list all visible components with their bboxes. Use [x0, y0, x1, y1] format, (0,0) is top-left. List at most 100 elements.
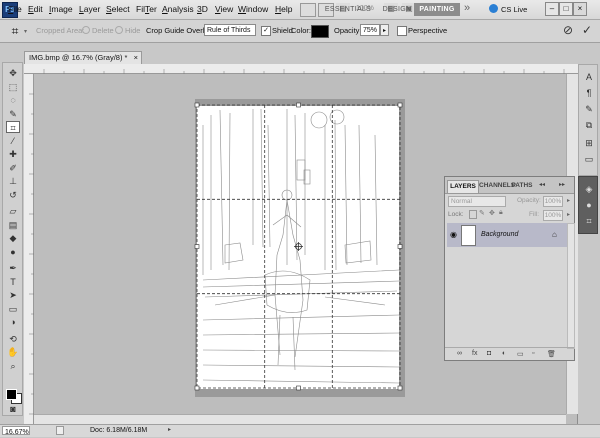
eyedropper-tool-icon[interactable]: ⁄ [6, 135, 20, 147]
opacity-slider-button[interactable]: ▸ [380, 24, 389, 36]
clone-source-icon[interactable]: ⧉ [583, 119, 595, 131]
tab-layers[interactable]: LAYERS [447, 180, 479, 193]
commit-crop-button[interactable]: ✓ [582, 23, 592, 37]
horizontal-scrollbar[interactable] [34, 414, 566, 424]
3d-camera-tool-icon[interactable]: ⟲ [6, 333, 20, 345]
tool-presets-icon[interactable]: ⊞ [583, 137, 595, 149]
workspace-painting[interactable]: PAINTING [414, 3, 460, 16]
document-tab[interactable]: IMG.bmp @ 16.7% (Gray/8) * × [24, 51, 142, 64]
blend-mode-select[interactable]: Normal [448, 196, 506, 207]
gradient-tool-icon[interactable]: ▤ [6, 219, 20, 231]
lock-transparent-icon[interactable] [469, 210, 477, 219]
crop-guide-overlay-select[interactable]: Rule of Thirds [204, 24, 256, 36]
workspace-essentials[interactable]: ESSENTIALS [318, 3, 378, 16]
opacity-arrow-icon[interactable]: ▸ [567, 197, 570, 204]
menu-file[interactable]: File [8, 4, 22, 14]
fill-value: 100% [544, 212, 562, 219]
quick-select-tool-icon[interactable]: ✎ [6, 108, 20, 120]
lock-all-icon[interactable]: 🔒︎ [499, 209, 503, 217]
lock-image-icon[interactable]: ✎ [479, 209, 485, 217]
perspective-checkbox[interactable] [397, 26, 407, 36]
panel-collapse-icon[interactable]: ◂◂ [539, 181, 545, 188]
cancel-crop-button[interactable]: ⊘ [563, 23, 573, 37]
shape-tool-icon[interactable]: ▭ [6, 303, 20, 315]
menu-filter[interactable]: FilTer [136, 4, 157, 14]
layer-opacity-input[interactable]: 100% [543, 196, 563, 207]
clone-stamp-tool-icon[interactable]: ⊥ [6, 175, 20, 187]
menu-view[interactable]: View [215, 4, 233, 14]
vertical-ruler[interactable] [24, 74, 34, 426]
status-icon[interactable] [56, 426, 64, 435]
paragraph-icon[interactable]: ¶ [583, 87, 595, 99]
maximize-button[interactable]: □ [559, 2, 573, 16]
brushes-icon[interactable]: ✎ [583, 103, 595, 115]
panel-menu-icon[interactable]: ▸▸ [559, 181, 565, 188]
brush-tool-icon[interactable]: ✐ [6, 162, 20, 174]
group-icon[interactable]: ▭ [517, 350, 524, 358]
menu-image[interactable]: Image [49, 4, 73, 14]
adjustment-icon[interactable]: ◐ [502, 350, 506, 357]
foreground-color-swatch[interactable] [6, 389, 17, 400]
mask-icon[interactable]: ◘ [487, 350, 491, 357]
path-select-tool-icon[interactable]: ➤ [6, 289, 20, 301]
status-zoom-field[interactable]: 16.67% [2, 426, 30, 436]
menu-window[interactable]: Window [238, 4, 268, 14]
lasso-tool-icon[interactable]: ◌ [6, 94, 20, 106]
menu-help[interactable]: Help [275, 4, 292, 14]
paths-icon[interactable]: ⌗ [583, 215, 595, 227]
menu-analysis[interactable]: Analysis [162, 4, 194, 14]
hide-radio[interactable] [115, 26, 123, 34]
menu-select[interactable]: Select [106, 4, 130, 14]
workspace-design[interactable]: DESIGN [380, 3, 414, 16]
minimize-button[interactable]: – [545, 2, 559, 16]
crop-tool-preset-icon[interactable]: ⌗ [8, 24, 22, 38]
lock-position-icon[interactable]: ✥ [489, 209, 495, 217]
blur-tool-icon[interactable]: ◆ [6, 232, 20, 244]
character-icon[interactable]: A [583, 71, 595, 83]
link-layers-icon[interactable]: ∞ [457, 350, 462, 357]
delete-radio[interactable] [82, 26, 90, 34]
visibility-eye-icon[interactable]: ◉ [450, 230, 457, 239]
status-menu-arrow-icon[interactable]: ▸ [168, 425, 171, 436]
opacity-input[interactable]: 75% [360, 24, 380, 36]
type-tool-icon[interactable]: T [6, 276, 20, 288]
crop-tool-icon[interactable]: ⌗ [6, 121, 20, 133]
hand-tool-icon[interactable]: ✋ [6, 346, 20, 358]
fill-input[interactable]: 100% [543, 210, 563, 221]
eraser-tool-icon[interactable]: ▱ [6, 205, 20, 217]
layers-icon[interactable]: ◈ [583, 183, 595, 195]
close-document-icon[interactable]: × [134, 52, 138, 64]
zoom-tool-icon[interactable]: ⌕ [6, 360, 20, 372]
layer-row-background[interactable]: ◉ Background ⌂ [447, 223, 567, 247]
marquee-tool-icon[interactable]: ⬚ [6, 81, 20, 93]
channels-icon[interactable]: ● [583, 199, 595, 211]
launch-bridge-icon[interactable] [300, 3, 316, 17]
cs-live-button[interactable]: CS Live [501, 5, 527, 14]
fx-icon[interactable]: fx [472, 350, 477, 357]
dodge-tool-icon[interactable]: ● [6, 246, 20, 258]
tab-paths[interactable]: PATHS [509, 180, 535, 192]
more-workspaces-button[interactable]: » [464, 2, 470, 14]
quick-mask-icon[interactable]: ◙ [6, 403, 20, 415]
new-layer-icon[interactable]: ▫ [532, 350, 534, 357]
shield-checkbox[interactable]: ✓ [261, 26, 271, 36]
pen-tool-icon[interactable]: ✒ [6, 262, 20, 274]
trash-icon[interactable]: 🗑︎ [547, 350, 556, 358]
fill-arrow-icon[interactable]: ▸ [567, 211, 570, 218]
status-bar: 16.67% Doc: 6.18M/6.18M ▸ [0, 424, 600, 437]
healing-brush-tool-icon[interactable]: ✚ [6, 148, 20, 160]
tab-channels[interactable]: CHANNELS [479, 180, 515, 192]
history-brush-tool-icon[interactable]: ↺ [6, 189, 20, 201]
document-size-info: Doc: 6.18M/6.18M [90, 427, 148, 434]
menu-edit[interactable]: Edit [28, 4, 43, 14]
layers-scrollbar[interactable] [567, 223, 575, 349]
menu-3d[interactable]: 3D [197, 4, 208, 14]
tool-presets-2-icon[interactable]: ▭ [583, 153, 595, 165]
3d-rotate-tool-icon[interactable]: ◑ [6, 316, 20, 328]
preset-dropdown-icon[interactable]: ▾ [24, 28, 27, 35]
shield-color-swatch[interactable] [311, 25, 329, 38]
menu-layer[interactable]: Layer [79, 4, 100, 14]
horizontal-ruler[interactable] [24, 64, 578, 74]
close-window-button[interactable]: × [573, 2, 587, 16]
move-tool-icon[interactable]: ✥ [6, 67, 20, 79]
